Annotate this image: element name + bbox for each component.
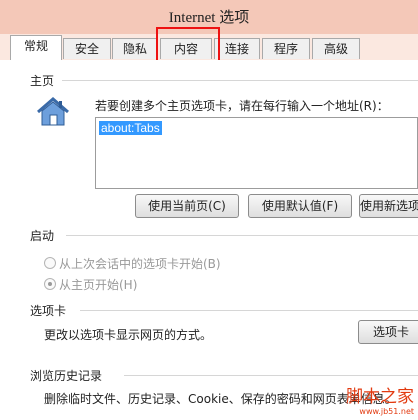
tabs-description: 更改以选项卡显示网页的方式。 <box>44 328 213 342</box>
tab-security[interactable]: 安全 <box>63 38 111 59</box>
tab-programs[interactable]: 程序 <box>262 38 310 59</box>
site-watermark: 脚本之家 www.jb51.net <box>346 382 414 416</box>
startup-last-session-label: 从上次会话中的选项卡开始(B) <box>59 257 221 271</box>
startup-home-option[interactable]: 从主页开始(H) <box>44 276 137 293</box>
use-default-button[interactable]: 使用默认值(F) <box>248 194 352 218</box>
home-icon <box>37 97 69 126</box>
radio-home[interactable] <box>44 278 56 290</box>
watermark-main: 脚本之家 <box>346 387 414 407</box>
homepage-url-textarea[interactable]: about:Tabs <box>95 117 418 189</box>
tab-advanced[interactable]: 高级 <box>312 38 360 59</box>
history-section-title: 浏览历史记录 <box>30 369 103 383</box>
startup-home-label: 从主页开始(H) <box>59 278 138 292</box>
tab-privacy[interactable]: 隐私 <box>112 38 158 59</box>
tab-connections[interactable]: 连接 <box>214 38 260 59</box>
startup-divider <box>66 235 418 236</box>
startup-section-title: 启动 <box>30 229 55 243</box>
radio-last-session[interactable] <box>44 257 56 269</box>
tab-general[interactable]: 常规 <box>10 35 62 61</box>
window-title: Internet 选项 <box>168 10 250 26</box>
history-divider <box>124 375 418 376</box>
tabs-settings-button[interactable]: 选项卡 <box>358 320 418 344</box>
startup-last-session-option[interactable]: 从上次会话中的选项卡开始(B) <box>44 255 221 272</box>
homepage-section-title: 主页 <box>30 74 55 88</box>
use-current-button[interactable]: 使用当前页(C) <box>135 194 239 218</box>
tabs-section-title: 选项卡 <box>30 304 67 318</box>
homepage-divider <box>62 80 418 81</box>
homepage-instruction: 若要创建多个主页选项卡，请在每行输入一个地址(R)： <box>95 99 389 113</box>
tabs-divider <box>80 310 418 311</box>
use-new-tab-button[interactable]: 使用新选项卡 <box>359 194 418 218</box>
homepage-url-selected-text: about:Tabs <box>99 121 162 135</box>
watermark-url: www.jb51.net <box>359 407 414 416</box>
